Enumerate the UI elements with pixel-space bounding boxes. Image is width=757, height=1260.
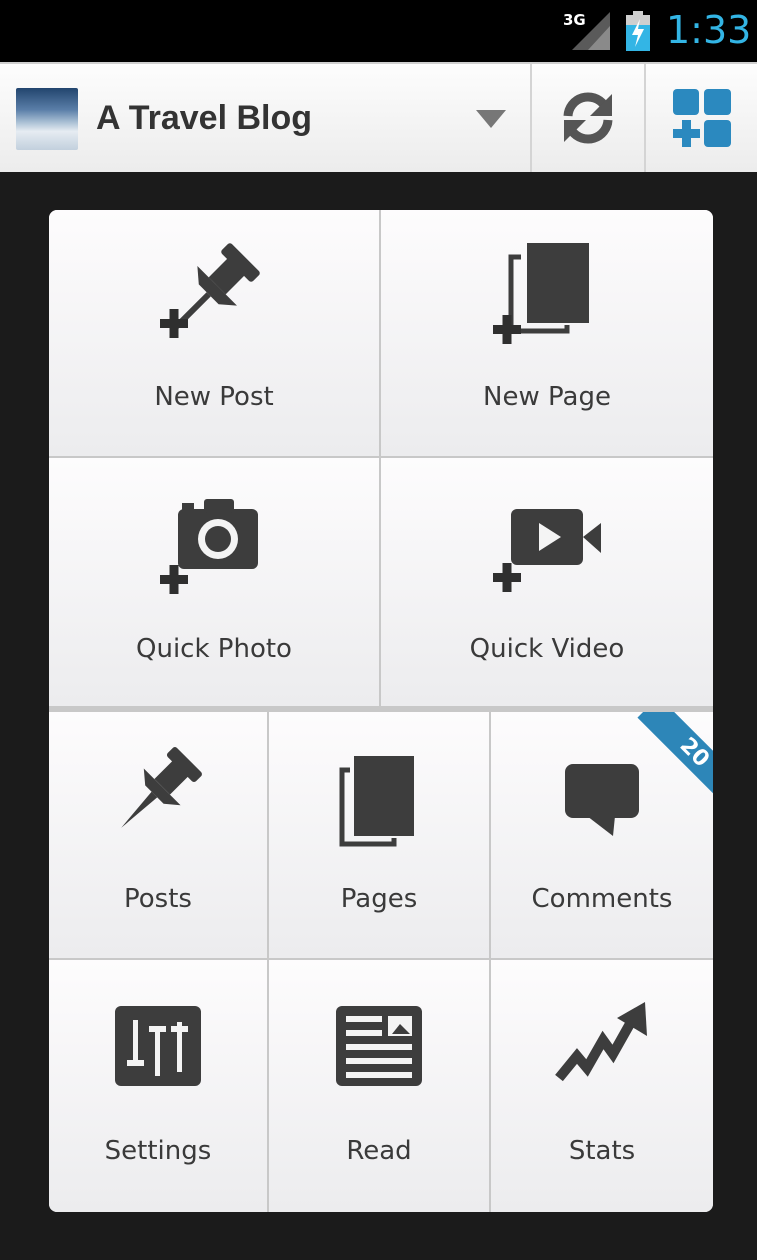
blog-avatar[interactable] bbox=[16, 88, 78, 150]
dashboard-add-icon bbox=[672, 89, 731, 147]
settings-icon bbox=[115, 1006, 201, 1086]
clock: 1:33 bbox=[666, 8, 752, 52]
new-page-tile[interactable]: New Page bbox=[381, 210, 713, 456]
network-type: 3G bbox=[563, 11, 586, 29]
tile-label: Pages bbox=[340, 884, 418, 914]
refresh-icon bbox=[563, 92, 613, 144]
quick-photo-icon bbox=[160, 499, 258, 594]
quick-photo-tile[interactable]: Quick Photo bbox=[49, 458, 379, 706]
settings-tile[interactable]: Settings bbox=[49, 960, 267, 1212]
new-post-tile[interactable]: New Post bbox=[49, 210, 379, 456]
stats-tile[interactable]: Stats bbox=[491, 960, 713, 1212]
dashboard-grid: New Post New Page Quick Photo Quick Vide… bbox=[49, 210, 713, 1212]
tile-label: New Page bbox=[483, 382, 611, 412]
comments-count-badge: 20 bbox=[617, 712, 713, 808]
read-tile[interactable]: Read bbox=[269, 960, 489, 1212]
tile-label: Posts bbox=[124, 884, 192, 914]
battery-charging-icon bbox=[626, 11, 650, 51]
tile-label: Quick Video bbox=[469, 634, 625, 664]
tile-label: Comments bbox=[531, 884, 673, 914]
action-bar: A Travel Blog bbox=[0, 62, 757, 172]
refresh-button[interactable] bbox=[532, 64, 644, 172]
posts-icon bbox=[121, 747, 202, 828]
tile-label: New Post bbox=[154, 382, 274, 412]
dashboard-add-button[interactable] bbox=[646, 64, 757, 172]
posts-tile[interactable]: Posts bbox=[49, 712, 267, 958]
quick-video-icon bbox=[493, 509, 601, 592]
badge-count: 20 bbox=[637, 712, 713, 808]
comments-tile[interactable]: Comments 20 bbox=[491, 712, 713, 958]
stats-icon bbox=[555, 1002, 647, 1082]
dropdown-arrow-icon[interactable] bbox=[476, 110, 506, 130]
status-bar: 3G 1:33 bbox=[0, 0, 757, 62]
tile-label: Settings bbox=[104, 1136, 212, 1166]
pages-icon bbox=[339, 756, 414, 847]
pages-tile[interactable]: Pages bbox=[269, 712, 489, 958]
quick-video-tile[interactable]: Quick Video bbox=[381, 458, 713, 706]
new-post-icon bbox=[160, 243, 260, 338]
tile-label: Stats bbox=[568, 1136, 636, 1166]
tile-label: Quick Photo bbox=[136, 634, 292, 664]
blog-title[interactable]: A Travel Blog bbox=[96, 99, 312, 138]
tile-label: Read bbox=[346, 1136, 412, 1166]
read-icon bbox=[336, 1006, 422, 1086]
new-page-icon bbox=[493, 243, 589, 344]
